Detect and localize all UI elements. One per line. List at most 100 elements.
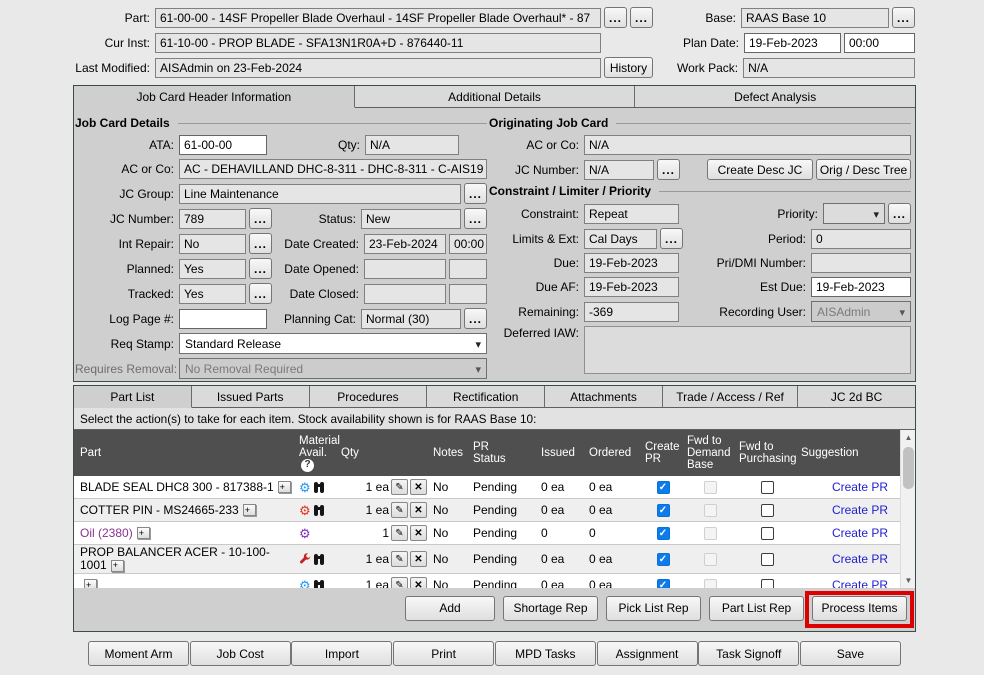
requires-removal-select: No Removal Required [179,358,487,379]
tab-issued-parts[interactable]: Issued Parts [192,386,310,408]
ata-field[interactable]: 61-00-00 [179,135,267,155]
expand-part-button[interactable] [84,579,97,588]
create-pr-link[interactable]: Create PR [832,578,888,588]
mpd-tasks-button[interactable]: MPD Tasks [495,641,596,666]
create-pr-checkbox[interactable] [657,553,670,566]
create-pr-link[interactable]: Create PR [832,552,888,566]
create-pr-checkbox[interactable] [657,527,670,540]
tab-job-card-header-information[interactable]: Job Card Header Information [74,86,355,108]
table-row: COTTER PIN - MS24665-233 1 ea No Pending… [74,499,915,522]
parts-panel: Part List Issued Parts Procedures Rectif… [73,385,916,632]
priority-select[interactable] [823,203,885,224]
scrollbar-thumb[interactable] [903,447,914,489]
edit-qty-button[interactable] [391,577,408,588]
jc-number-field: 789 [179,209,246,229]
save-button[interactable]: Save [800,641,901,666]
shortage-rep-button[interactable]: Shortage Rep [503,596,598,621]
add-button[interactable]: Add [405,596,495,621]
part-lookup-button[interactable]: ... [604,7,627,28]
tab-part-list[interactable]: Part List [74,386,192,408]
delete-row-button[interactable] [410,479,427,495]
binoculars-icon[interactable] [314,505,325,516]
delete-row-button[interactable] [410,577,427,588]
tab-rectification[interactable]: Rectification [427,386,545,408]
create-desc-jc-button[interactable]: Create Desc JC [707,159,813,180]
part-list-rep-button[interactable]: Part List Rep [709,596,804,621]
col-qty: Qty [338,445,430,461]
tab-additional-details[interactable]: Additional Details [355,86,636,108]
part-name[interactable]: Oil (2380) [80,526,133,540]
create-pr-checkbox[interactable] [657,481,670,494]
fwd-purchasing-checkbox[interactable] [761,504,774,517]
tab-jc-2d-bc[interactable]: JC 2d BC [798,386,915,408]
create-pr-link[interactable]: Create PR [832,526,888,540]
expand-part-button[interactable] [243,504,256,516]
fwd-purchasing-checkbox[interactable] [761,527,774,540]
plan-time-field[interactable]: 00:00 [844,33,915,53]
task-signoff-button[interactable]: Task Signoff [698,641,799,666]
issued-value: 0 ea [538,479,586,495]
priority-lookup-button[interactable]: ... [888,203,911,224]
expand-part-button[interactable] [278,481,291,493]
process-items-button[interactable]: Process Items [812,596,907,621]
pick-list-rep-button[interactable]: Pick List Rep [606,596,701,621]
edit-qty-button[interactable] [391,502,408,518]
chevron-down-icon [475,337,481,351]
table-scrollbar[interactable] [900,430,915,588]
log-page-field[interactable] [179,309,267,329]
expand-part-button[interactable] [111,560,124,572]
edit-qty-button[interactable] [391,479,408,495]
edit-qty-button[interactable] [391,525,408,541]
history-button[interactable]: History [604,57,653,78]
jc-group-lookup-button[interactable]: ... [464,183,487,204]
delete-row-button[interactable] [410,525,427,541]
fwd-purchasing-checkbox[interactable] [761,579,774,589]
req-stamp-select[interactable]: Standard Release [179,333,487,354]
qty-value: 1 ea [366,480,389,494]
expand-part-button[interactable] [137,527,150,539]
col-fwd-purchasing: Fwd to Purchasing [736,439,798,467]
print-button[interactable]: Print [393,641,494,666]
edit-qty-button[interactable] [391,551,408,567]
orig-jc-number-lookup-button[interactable]: ... [657,159,680,180]
int-repair-lookup-button[interactable]: ... [249,233,272,254]
tab-procedures[interactable]: Procedures [310,386,428,408]
binoculars-icon[interactable] [314,580,325,589]
tab-trade-access-ref[interactable]: Trade / Access / Ref [663,386,798,408]
col-fwd-demand-base: Fwd to Demand Base [684,433,736,473]
assignment-button[interactable]: Assignment [597,641,698,666]
scroll-up-arrow[interactable] [901,430,915,445]
plan-date-field[interactable]: 19-Feb-2023 [744,33,841,53]
binoculars-icon[interactable] [314,482,325,493]
planned-lookup-button[interactable]: ... [249,258,272,279]
job-card-panel: Job Card Header Information Additional D… [73,85,916,382]
binoculars-icon[interactable] [314,554,325,565]
planning-cat-lookup-button[interactable]: ... [464,308,487,329]
create-pr-checkbox[interactable] [657,504,670,517]
remaining-label: Remaining: [489,305,584,319]
tracked-lookup-button[interactable]: ... [249,283,272,304]
orig-desc-tree-button[interactable]: Orig / Desc Tree [816,159,911,180]
import-button[interactable]: Import [291,641,392,666]
part-lookup-button-2[interactable]: ... [630,7,653,28]
period-field: 0 [811,229,911,249]
base-lookup-button[interactable]: ... [892,7,915,28]
tab-defect-analysis[interactable]: Defect Analysis [635,86,915,108]
jc-number-lookup-button[interactable]: ... [249,208,272,229]
create-pr-checkbox[interactable] [657,579,670,589]
moment-arm-button[interactable]: Moment Arm [88,641,189,666]
status-lookup-button[interactable]: ... [464,208,487,229]
job-cost-button[interactable]: Job Cost [190,641,291,666]
limits-ext-lookup-button[interactable]: ... [660,228,683,249]
delete-row-button[interactable] [410,551,427,567]
create-pr-link[interactable]: Create PR [832,480,888,494]
fwd-purchasing-checkbox[interactable] [761,481,774,494]
help-icon[interactable]: ? [301,459,314,472]
tab-attachments[interactable]: Attachments [545,386,663,408]
delete-row-button[interactable] [410,502,427,518]
est-due-field[interactable]: 19-Feb-2023 [811,277,911,297]
base-field: RAAS Base 10 [741,8,889,28]
scroll-down-arrow[interactable] [901,573,915,588]
fwd-purchasing-checkbox[interactable] [761,553,774,566]
create-pr-link[interactable]: Create PR [832,503,888,517]
